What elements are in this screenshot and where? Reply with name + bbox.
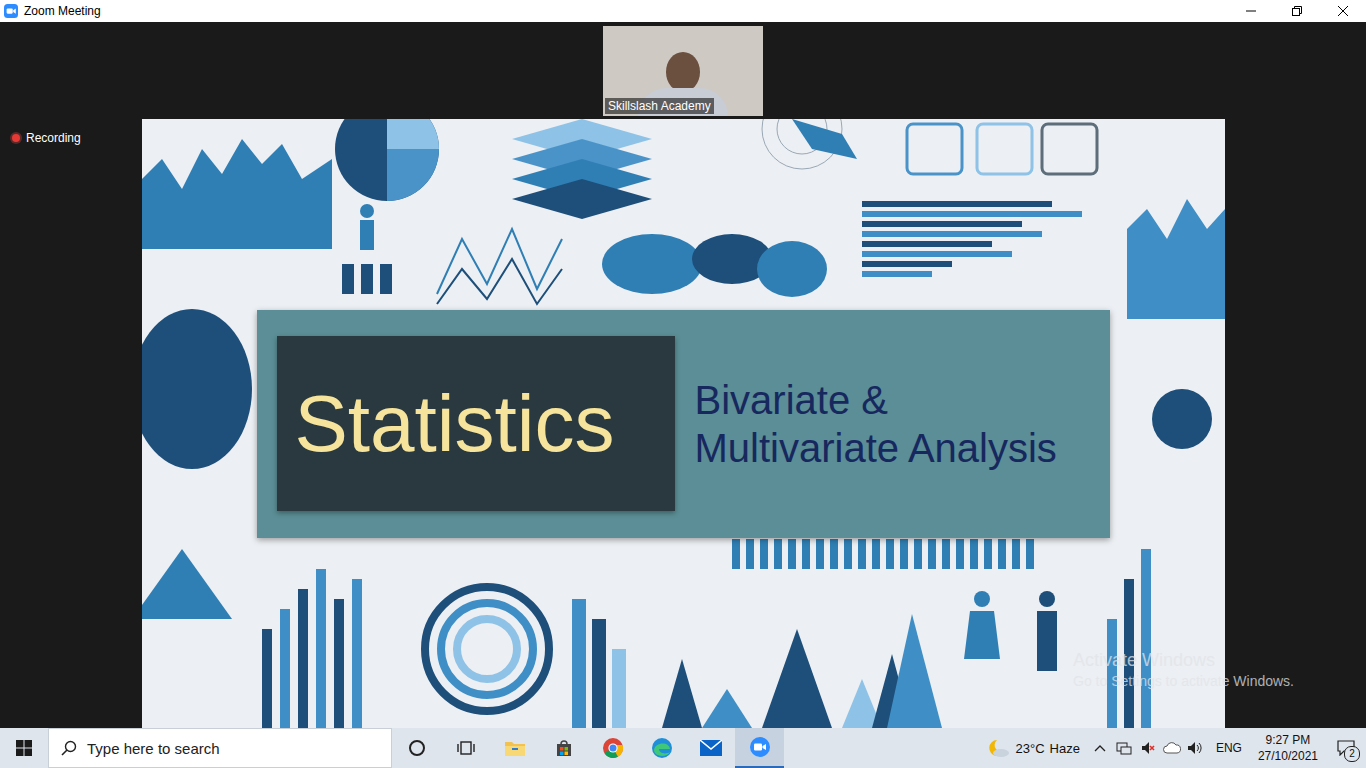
participant-video[interactable]: Skillslash Academy <box>603 26 763 116</box>
title-bar: Zoom Meeting <box>0 0 1366 22</box>
cortana-icon <box>408 739 426 757</box>
recording-indicator: Recording <box>12 131 81 145</box>
taskbar-app[interactable] <box>441 728 490 768</box>
taskbar-app[interactable] <box>686 728 735 768</box>
taskbar-apps <box>392 728 784 768</box>
notification-count: 2 <box>1344 746 1360 762</box>
windows-logo-icon <box>16 740 32 756</box>
participant-name: Skillslash Academy <box>605 98 714 114</box>
video-person <box>666 52 700 92</box>
chrome-icon <box>602 737 624 759</box>
minimize-icon <box>1246 6 1256 16</box>
speaker-muted-icon <box>1141 741 1155 755</box>
slide-subtitle: Bivariate &Multivariate Analysis <box>695 376 1057 472</box>
network-tray[interactable] <box>1112 728 1136 768</box>
zoom-icon <box>749 736 771 758</box>
close-icon <box>1338 6 1348 16</box>
title-banner: Statistics Bivariate &Multivariate Analys… <box>257 310 1110 538</box>
taskbar-app[interactable] <box>588 728 637 768</box>
volume-tray[interactable] <box>1184 728 1208 768</box>
edge-icon <box>651 737 673 759</box>
weather-widget[interactable]: 23°C Haze <box>979 738 1088 758</box>
screen: Zoom MeetingSkillslash AcademyRecordingS… <box>0 0 1366 768</box>
clock-date: 27/10/2021 <box>1258 748 1318 764</box>
zoom-logo-icon <box>4 4 18 18</box>
taskbar-search[interactable]: Type here to search <box>48 728 392 768</box>
weather-temperature: 23°C <box>1016 741 1045 756</box>
subtitle-line: Bivariate & <box>695 376 1057 424</box>
watermark-title: Activate Windows <box>1073 650 1294 671</box>
restore-icon <box>1292 6 1302 16</box>
clock[interactable]: 9:27 PM27/10/2021 <box>1250 732 1326 764</box>
close-button[interactable] <box>1320 0 1366 22</box>
system-tray: 23°CHazeENG9:27 PM27/10/20212 <box>979 728 1366 768</box>
input-language[interactable]: ENG <box>1208 741 1250 755</box>
network-icon <box>1116 741 1132 755</box>
action-center[interactable]: 2 <box>1326 728 1366 768</box>
mail-icon <box>700 740 722 756</box>
restore-button[interactable] <box>1274 0 1320 22</box>
volume-icon <box>1187 741 1205 755</box>
recording-dot-icon <box>12 134 20 142</box>
onedrive-tray[interactable] <box>1160 728 1184 768</box>
start-button[interactable] <box>0 728 48 768</box>
search-icon <box>61 740 77 756</box>
folder-icon <box>504 739 526 757</box>
taskbar-app[interactable] <box>735 728 784 768</box>
activation-watermark: Activate Windows Go to Settings to activa… <box>1073 650 1294 689</box>
taskbar-app[interactable] <box>392 728 441 768</box>
meeting-area: Skillslash Academy Recording Statistics Biv… <box>0 22 1366 728</box>
search-placeholder: Type here to search <box>87 740 220 757</box>
shared-slide: Statistics Bivariate &Multivariate Analys… <box>142 119 1225 728</box>
speaker-muted-tray[interactable] <box>1136 728 1160 768</box>
taskbar: Type here to search23°CHazeENG9:27 PM27/… <box>0 728 1366 768</box>
show-hidden-icons[interactable] <box>1088 728 1112 768</box>
weather-condition: Haze <box>1050 741 1080 756</box>
task-view-icon <box>457 739 475 757</box>
slide-title: Statistics <box>295 378 615 470</box>
taskbar-app[interactable] <box>490 728 539 768</box>
moon-cloud-icon <box>987 738 1011 758</box>
window-controls <box>1228 0 1366 22</box>
store-icon <box>554 738 574 758</box>
minimize-button[interactable] <box>1228 0 1274 22</box>
cloud-icon <box>1163 742 1181 754</box>
subtitle-line: Multivariate Analysis <box>695 424 1057 472</box>
clock-time: 9:27 PM <box>1266 732 1311 748</box>
title-box: Statistics <box>277 336 675 511</box>
chevron-up-icon <box>1094 743 1106 753</box>
recording-label: Recording <box>26 131 81 145</box>
taskbar-app[interactable] <box>637 728 686 768</box>
window-title: Zoom Meeting <box>24 4 101 18</box>
taskbar-app[interactable] <box>539 728 588 768</box>
watermark-message: Go to Settings to activate Windows. <box>1073 673 1294 689</box>
